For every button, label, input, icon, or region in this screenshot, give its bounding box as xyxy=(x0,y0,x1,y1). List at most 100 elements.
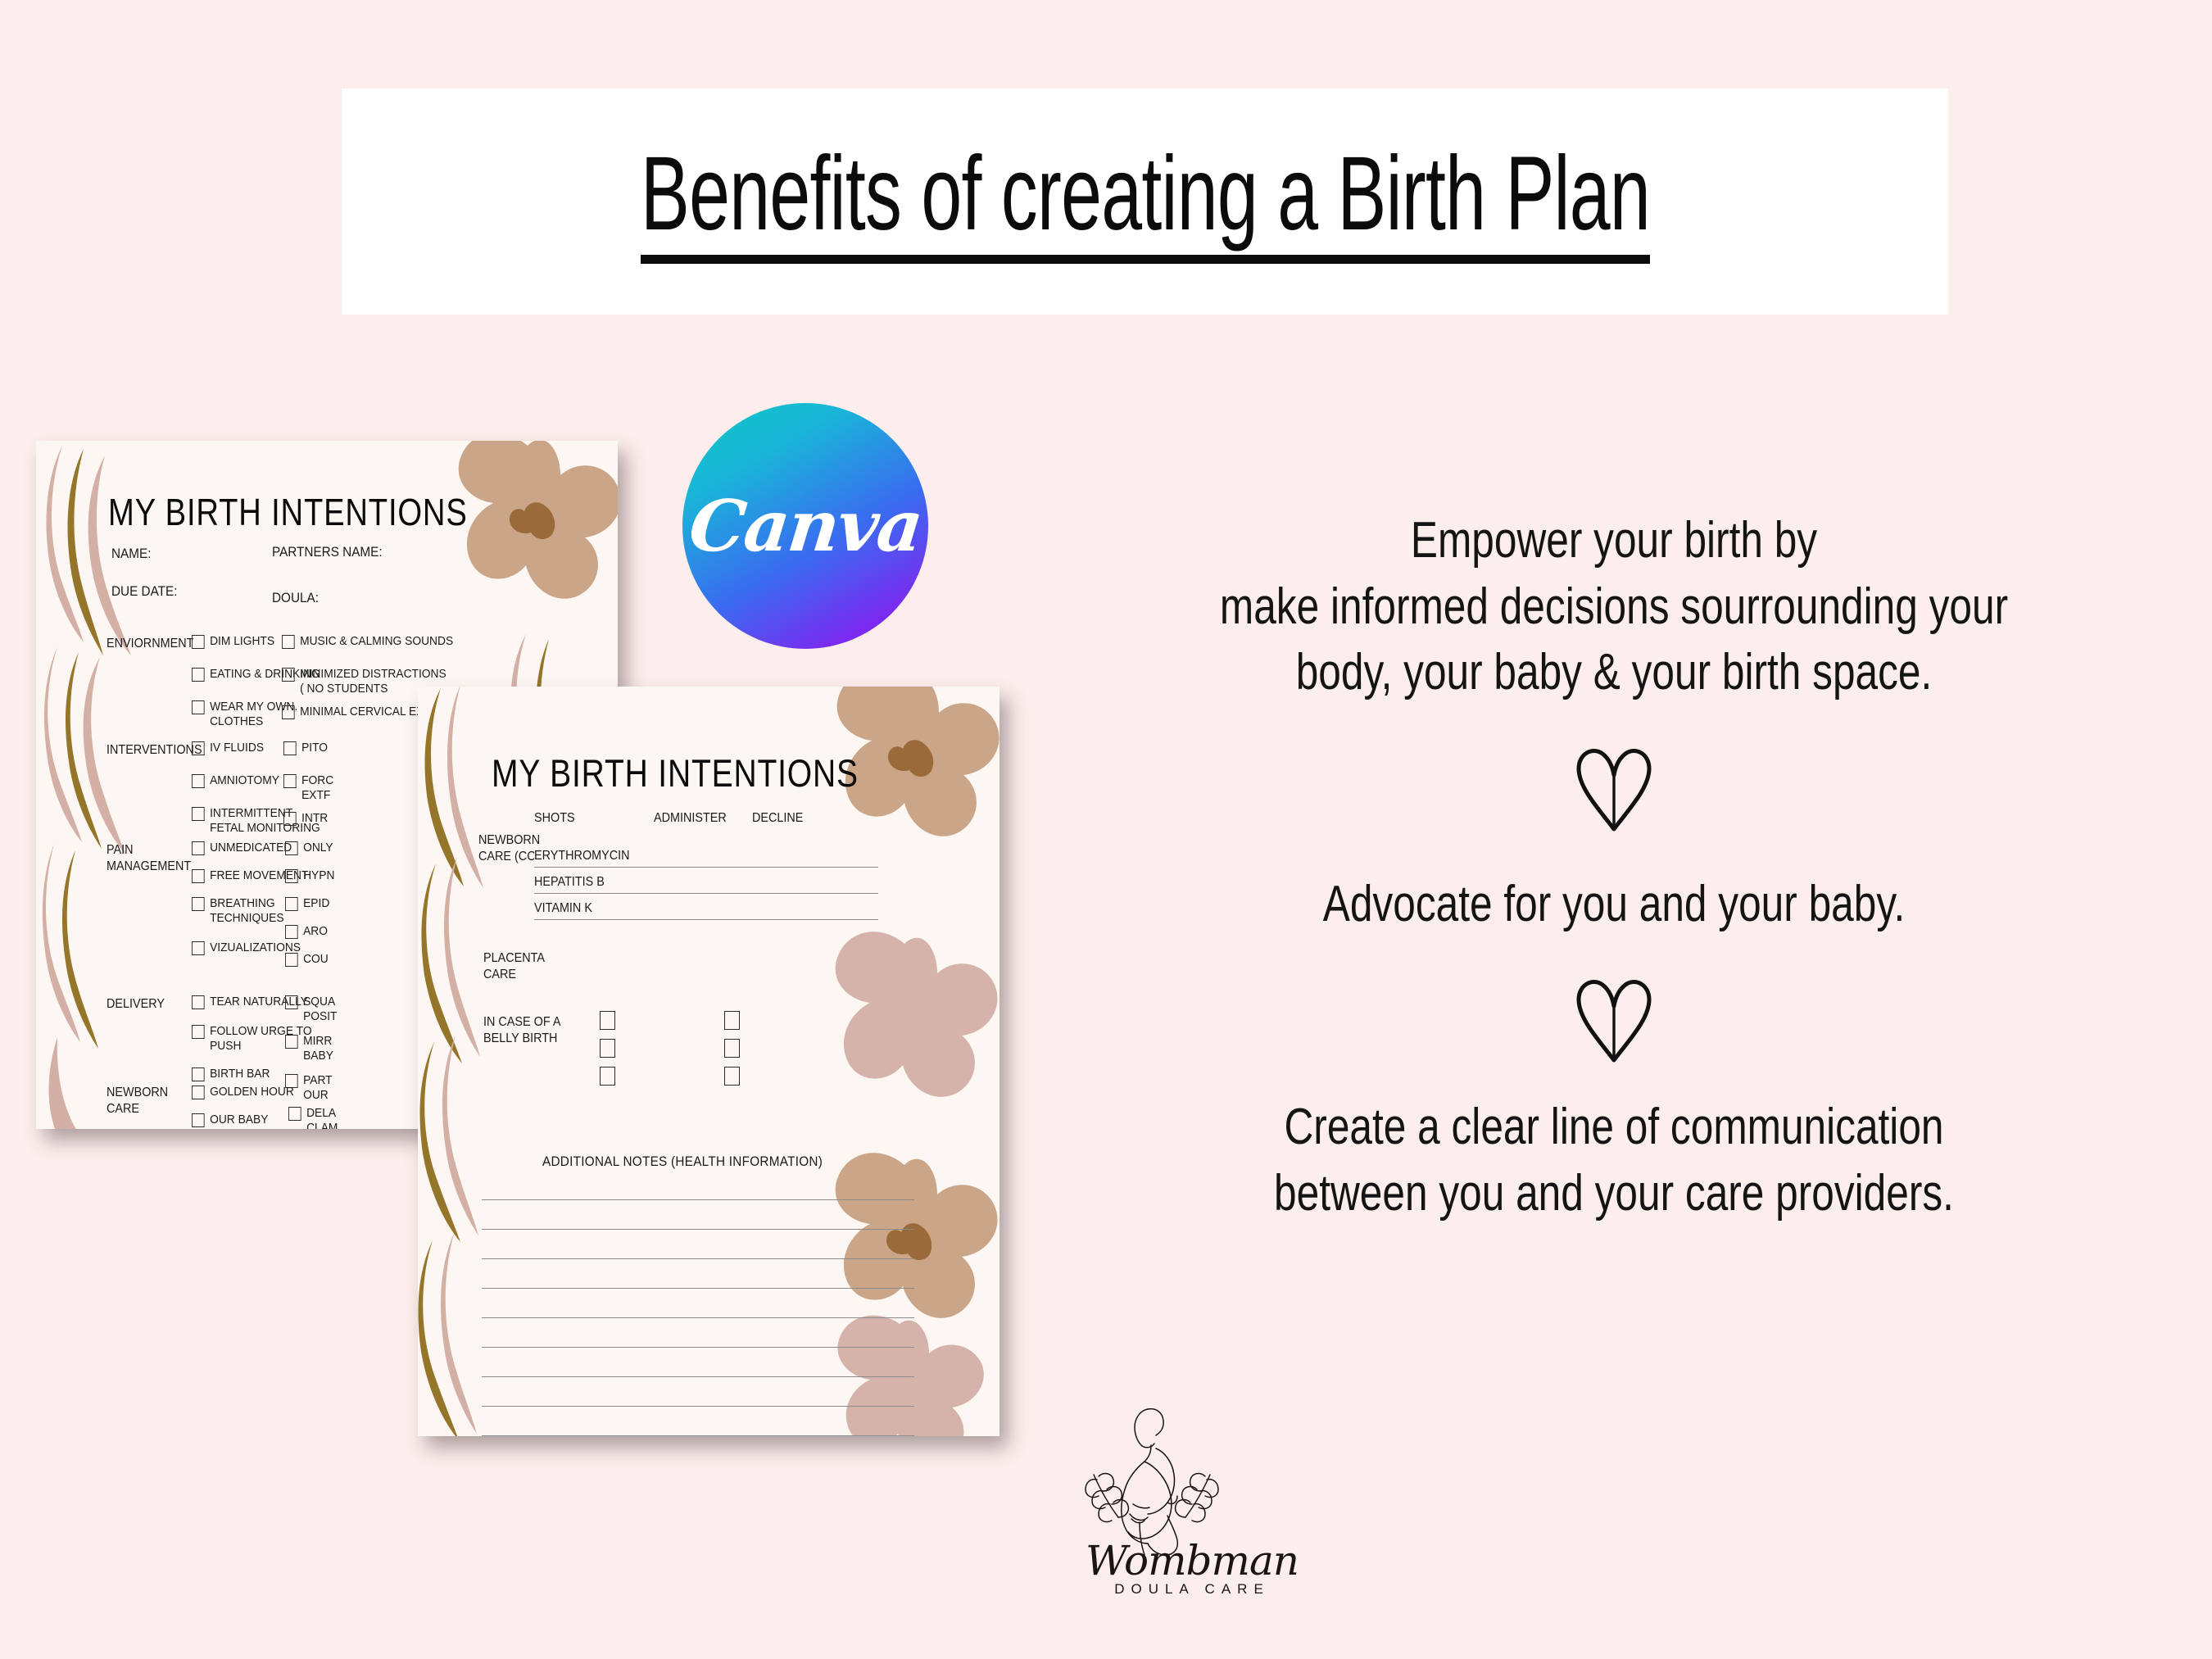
checkbox-box[interactable] xyxy=(192,869,205,883)
checkbox-breathing-techniques[interactable]: BREATHING TECHNIQUES xyxy=(192,896,284,927)
checkbox-box[interactable] xyxy=(192,807,205,821)
birth-plan-document-front[interactable]: MY BIRTH INTENTIONS SHOTS ADMINISTER DEC… xyxy=(418,687,999,1436)
flower-decor-top-right xyxy=(458,441,618,599)
belly-birth-checkbox-5[interactable] xyxy=(724,1039,740,1058)
checkbox-box[interactable] xyxy=(282,635,295,649)
brand-logo: Wombman DOULA CARE xyxy=(1069,1399,1315,1645)
checkbox-aromatherapy[interactable]: ARO xyxy=(285,924,328,939)
belly-birth-checkbox-4[interactable] xyxy=(724,1011,740,1030)
checkbox-box[interactable] xyxy=(192,1113,205,1127)
field-doula-label: DOULA: xyxy=(272,590,319,605)
checkbox-delayed-clamping[interactable]: DELA CLAM WHIT xyxy=(288,1106,338,1129)
checkbox-box[interactable] xyxy=(282,668,295,682)
checkbox-label: IV FLUIDS xyxy=(210,741,265,755)
checkbox-box[interactable] xyxy=(285,897,298,911)
shot-underline xyxy=(534,919,878,921)
checkbox-label: MUSIC & CALMING SOUNDS xyxy=(300,634,454,648)
checkbox-box[interactable] xyxy=(192,841,205,855)
checkbox-box[interactable] xyxy=(192,995,205,1009)
benefit-1-line-3: body, your baby & your birth space. xyxy=(1295,644,1933,701)
checkbox-label: UNMEDICATED xyxy=(210,841,292,854)
checkbox-box[interactable] xyxy=(192,700,205,714)
checkbox-box[interactable] xyxy=(285,953,298,967)
leaf-decor-left-front xyxy=(418,687,483,1436)
belly-birth-checkbox-2[interactable] xyxy=(600,1039,615,1058)
checkbox-box[interactable] xyxy=(192,1025,205,1039)
checkbox-box[interactable] xyxy=(283,812,297,826)
checkbox-squat-position[interactable]: SQUA POSIT xyxy=(285,995,337,1025)
belly-birth-checkbox-6[interactable] xyxy=(724,1067,740,1086)
checkbox-label: FORC EXTF xyxy=(301,773,334,803)
note-line[interactable] xyxy=(482,1229,914,1231)
document-title-back: MY BIRTH INTENTIONS xyxy=(108,491,468,533)
field-partners-name-label: PARTNERS NAME: xyxy=(272,544,383,560)
checkbox-music-calming-sounds[interactable]: MUSIC & CALMING SOUNDS xyxy=(282,634,453,649)
note-line[interactable] xyxy=(482,1288,914,1290)
checkbox-iv-fluids[interactable]: IV FLUIDS xyxy=(192,741,264,755)
checkbox-box[interactable] xyxy=(192,1086,205,1099)
checkbox-label: HYPN xyxy=(303,868,335,882)
checkbox-box[interactable] xyxy=(283,774,297,788)
checkbox-box[interactable] xyxy=(192,635,205,649)
checkbox-label: ONLY xyxy=(303,841,333,854)
checkbox-introduction[interactable]: INTR xyxy=(283,811,328,826)
checkbox-only[interactable]: ONLY xyxy=(285,841,333,855)
checkbox-label: AMNIOTOMY xyxy=(210,773,279,787)
checkbox-box[interactable] xyxy=(285,1035,298,1049)
shot-label: HEPATITIS B xyxy=(534,875,608,890)
checkbox-box[interactable] xyxy=(192,741,205,755)
checkbox-box[interactable] xyxy=(192,897,205,911)
checkbox-golden-hour[interactable]: GOLDEN HOUR xyxy=(192,1085,294,1099)
checkbox-label: OUR BABY DOESNT LEAVE OUR ROOM xyxy=(210,1113,296,1129)
checkbox-box[interactable] xyxy=(283,741,297,755)
column-header-decline: DECLINE xyxy=(752,811,804,825)
checkbox-box[interactable] xyxy=(285,869,298,883)
checkbox-hypnobirthing[interactable]: HYPN xyxy=(285,868,334,883)
note-line[interactable] xyxy=(482,1406,914,1407)
checkbox-label: PITO xyxy=(301,741,329,755)
checkbox-box[interactable] xyxy=(192,774,205,788)
benefit-block-3: Create a clear line of communication bet… xyxy=(1016,1095,2212,1226)
belly-birth-checkbox-1[interactable] xyxy=(600,1011,615,1030)
section-label-belly-birth: IN CASE OF A BELLY BIRTH xyxy=(483,1015,561,1045)
benefit-1-line-2: make informed decisions sourrounding you… xyxy=(1219,578,2009,635)
canva-wordmark: Canva xyxy=(685,484,926,568)
checkbox-label: SQUA POSIT xyxy=(303,995,338,1024)
canva-logo-badge[interactable]: Canva xyxy=(682,403,928,649)
checkbox-box[interactable] xyxy=(285,995,298,1009)
checkbox-counterpressure[interactable]: COU xyxy=(285,952,329,967)
note-line[interactable] xyxy=(482,1347,914,1349)
checkbox-label: BREATHING TECHNIQUES xyxy=(210,896,284,926)
checkbox-amniotomy[interactable]: AMNIOTOMY xyxy=(192,773,279,788)
checkbox-dim-lights[interactable]: DIM LIGHTS xyxy=(192,634,274,649)
brand-name: Wombman xyxy=(1086,1537,1299,1584)
checkbox-label: COU xyxy=(303,952,329,966)
checkbox-mirror-baby[interactable]: MIRR BABY xyxy=(285,1034,333,1064)
document-title-front: MY BIRTH INTENTIONS xyxy=(492,751,859,795)
note-line[interactable] xyxy=(482,1435,914,1436)
checkbox-box[interactable] xyxy=(192,668,205,682)
checkbox-box[interactable] xyxy=(192,1067,205,1081)
checkbox-box[interactable] xyxy=(282,705,295,719)
note-line[interactable] xyxy=(482,1199,914,1201)
checkbox-box[interactable] xyxy=(288,1107,301,1121)
belly-birth-checkbox-3[interactable] xyxy=(600,1067,615,1086)
heart-divider-1 xyxy=(1016,744,2212,834)
note-line[interactable] xyxy=(482,1317,914,1319)
shot-label: VITAMIN K xyxy=(534,901,596,916)
checkbox-unmedicated[interactable]: UNMEDICATED xyxy=(192,841,292,855)
checkbox-box[interactable] xyxy=(285,841,298,855)
flower-decor-lower-right-front xyxy=(837,1315,984,1436)
benefit-block-2: Advocate for you and your baby. xyxy=(1016,872,2212,938)
checkbox-birth-bar[interactable]: BIRTH BAR xyxy=(192,1067,270,1081)
checkbox-box[interactable] xyxy=(192,941,205,955)
checkbox-box[interactable] xyxy=(285,925,298,939)
checkbox-label: BIRTH BAR xyxy=(210,1067,270,1081)
note-line[interactable] xyxy=(482,1376,914,1378)
checkbox-baby-doesnt-leave-room[interactable]: OUR BABY DOESNT LEAVE OUR ROOM xyxy=(192,1113,296,1129)
note-line[interactable] xyxy=(482,1258,914,1260)
section-label-newborn-care: NEWBORN CARE xyxy=(107,1086,169,1116)
checkbox-epidural[interactable]: EPID xyxy=(285,896,329,911)
checkbox-pitocin[interactable]: PITO xyxy=(283,741,328,755)
checkbox-forceps-extraction[interactable]: FORC EXTF xyxy=(283,773,333,804)
